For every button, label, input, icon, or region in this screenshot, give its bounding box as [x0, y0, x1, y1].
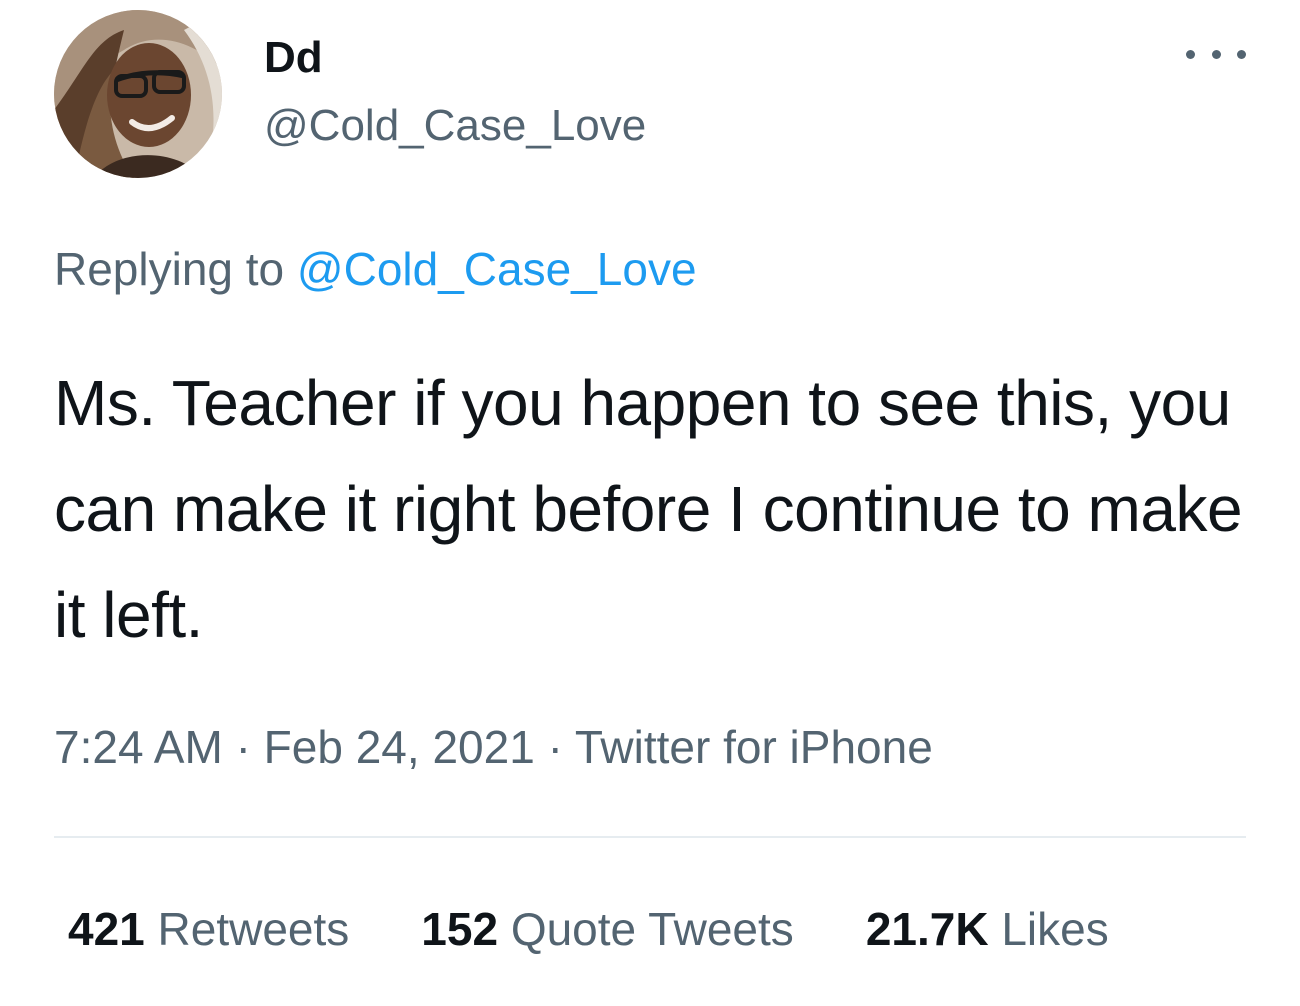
meta-separator: ·	[547, 721, 563, 773]
retweets-stat[interactable]: 421 Retweets	[68, 898, 349, 960]
user-handle[interactable]: @Cold_Case_Love	[264, 98, 646, 154]
likes-stat[interactable]: 21.7K Likes	[866, 898, 1109, 960]
reply-context: Replying to @Cold_Case_Love	[54, 240, 697, 298]
quote-tweets-stat[interactable]: 152 Quote Tweets	[421, 898, 794, 960]
tweet-meta: 7:24 AM · Feb 24, 2021 · Twitter for iPh…	[54, 718, 933, 776]
quote-tweets-count: 152	[421, 903, 499, 955]
display-name[interactable]: Dd	[264, 30, 323, 86]
dot	[1186, 49, 1195, 59]
dot	[1237, 49, 1246, 59]
retweets-count: 421	[68, 903, 145, 955]
tweet-text: Ms. Teacher if you happen to see this, y…	[54, 367, 1243, 651]
retweets-label: Retweets	[157, 903, 350, 955]
divider	[54, 836, 1246, 838]
dot	[1211, 49, 1221, 59]
tweet-date[interactable]: Feb 24, 2021	[264, 721, 535, 773]
quote-tweets-label: Quote Tweets	[510, 903, 794, 955]
tweet-source[interactable]: Twitter for iPhone	[575, 721, 933, 773]
tweet-time[interactable]: 7:24 AM	[54, 721, 223, 773]
reply-mention-link[interactable]: @Cold_Case_Love	[297, 243, 697, 295]
profile-photo	[54, 10, 222, 178]
engagement-stats: 421 Retweets 152 Quote Tweets 21.7K Like…	[68, 898, 1109, 960]
likes-label: Likes	[1001, 903, 1109, 955]
likes-count: 21.7K	[865, 903, 989, 955]
reply-prefix: Replying to	[54, 243, 285, 295]
meta-separator: ·	[235, 721, 251, 773]
avatar[interactable]	[54, 10, 222, 178]
more-options-icon[interactable]	[1186, 34, 1246, 74]
